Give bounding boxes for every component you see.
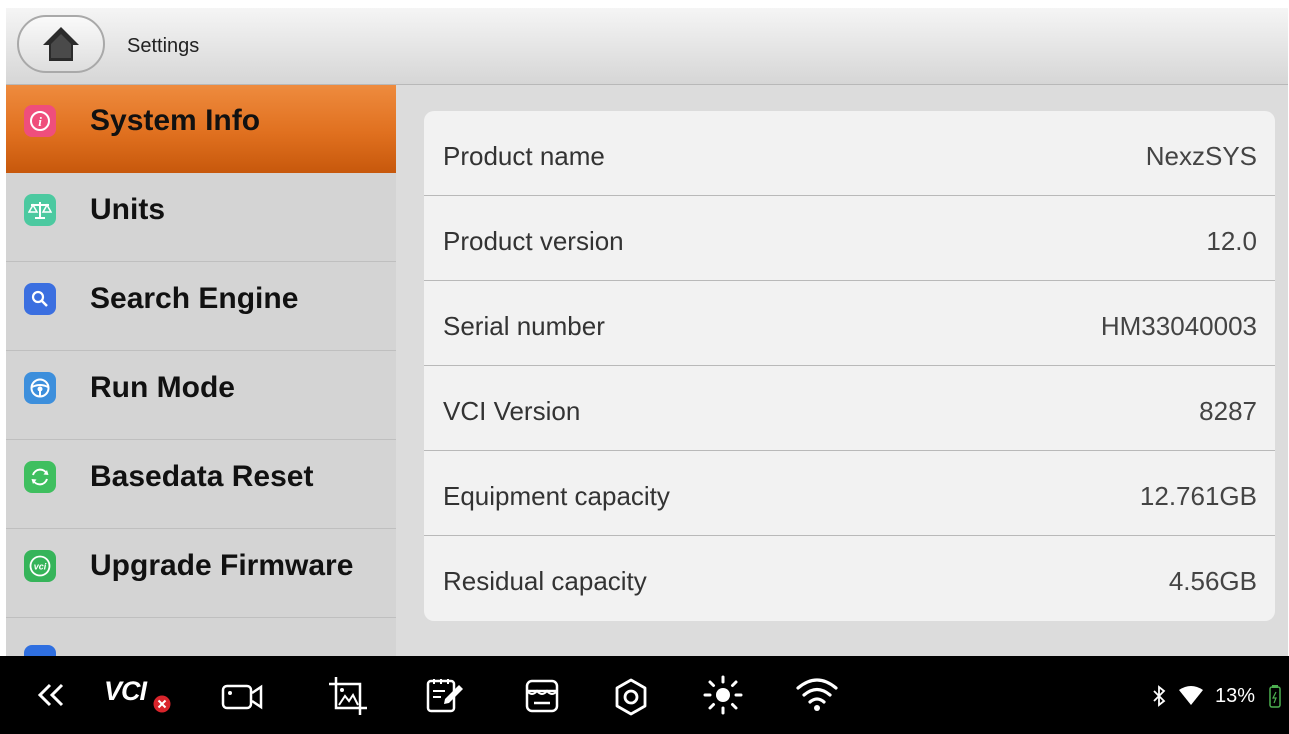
sidebar-item-label: Units <box>90 193 165 226</box>
svg-text:vci: vci <box>34 562 47 572</box>
info-label: Product version <box>443 226 624 256</box>
bluetooth-icon <box>1153 685 1166 707</box>
sidebar-item-label: System Info <box>90 104 261 137</box>
store-icon[interactable] <box>523 678 561 714</box>
info-label: Equipment capacity <box>443 481 670 511</box>
settings-gear-icon[interactable] <box>611 677 651 717</box>
vci-upgrade-icon: vci <box>24 550 56 582</box>
sidebar-item-basedata-reset[interactable]: Basedata Reset <box>6 441 396 529</box>
status-area: 13% <box>1151 683 1281 709</box>
info-label: Residual capacity <box>443 566 647 596</box>
sidebar-item-search-engine[interactable]: Search Engine <box>6 263 396 351</box>
search-icon <box>24 283 56 315</box>
page-title: Settings <box>127 35 200 57</box>
info-row-serial-number: Serial number HM33040003 <box>424 281 1275 366</box>
vci-disconnected-icon[interactable]: VCI <box>104 674 176 714</box>
battery-icon <box>1269 685 1281 708</box>
sidebar-item-label: Upgrade Firmware <box>90 549 354 582</box>
info-row-residual-capacity: Residual capacity 4.56GB <box>424 536 1275 621</box>
home-button[interactable] <box>17 15 105 73</box>
battery-percentage: 13% <box>1214 684 1255 707</box>
partial-item-icon <box>24 645 56 656</box>
info-row-equipment-capacity: Equipment capacity 12.761GB <box>424 451 1275 536</box>
info-label: Serial number <box>443 311 605 341</box>
system-info-card: Product name NexzSYS Product version 12.… <box>424 111 1275 621</box>
info-icon: i <box>24 105 56 137</box>
sidebar-item-system-info[interactable]: i System Info <box>6 85 396 173</box>
scale-icon <box>24 194 56 226</box>
steering-wheel-icon <box>24 372 56 404</box>
sidebar-item-units[interactable]: Units <box>6 174 396 262</box>
info-row-product-version: Product version 12.0 <box>424 196 1275 281</box>
app-window: Settings i System Info Units Search Engi… <box>6 8 1288 656</box>
info-row-product-name: Product name NexzSYS <box>424 111 1275 196</box>
sidebar-item-partial[interactable] <box>6 619 396 656</box>
info-value: 8287 <box>1199 396 1257 426</box>
sidebar-item-label: Run Mode <box>90 371 235 404</box>
screenshot-crop-icon[interactable] <box>328 676 368 716</box>
sidebar-item-label: Search Engine <box>90 282 299 315</box>
disconnected-badge-icon <box>153 695 171 713</box>
info-value: HM33040003 <box>1100 311 1257 341</box>
sidebar-item-run-mode[interactable]: Run Mode <box>6 352 396 440</box>
svg-text:i: i <box>38 114 42 129</box>
back-double-chevron-icon[interactable] <box>36 682 66 708</box>
info-label: VCI Version <box>443 396 581 426</box>
home-icon <box>43 27 79 61</box>
info-value: 12.761GB <box>1139 481 1257 511</box>
brightness-icon[interactable] <box>702 674 744 716</box>
system-taskbar: VCI 13% <box>0 656 1289 734</box>
sidebar-item-label: Basedata Reset <box>90 460 314 493</box>
notes-edit-icon[interactable] <box>425 676 465 716</box>
header-bar: Settings <box>6 8 1288 85</box>
info-value: 12.0 <box>1206 226 1257 256</box>
wifi-signal-icon <box>1178 686 1203 705</box>
wifi-icon[interactable] <box>795 676 839 712</box>
content-panel: Product name NexzSYS Product version 12.… <box>396 85 1288 656</box>
info-label: Product name <box>443 141 605 171</box>
info-value: NexzSYS <box>1145 141 1257 171</box>
screen-record-icon[interactable] <box>221 682 265 712</box>
info-value: 4.56GB <box>1168 566 1257 596</box>
refresh-icon <box>24 461 56 493</box>
info-row-vci-version: VCI Version 8287 <box>424 366 1275 451</box>
sidebar-item-upgrade-firmware[interactable]: vci Upgrade Firmware <box>6 530 396 618</box>
vci-label: VCI <box>104 676 147 706</box>
settings-sidebar: i System Info Units Search Engine Run Mo… <box>6 85 396 656</box>
